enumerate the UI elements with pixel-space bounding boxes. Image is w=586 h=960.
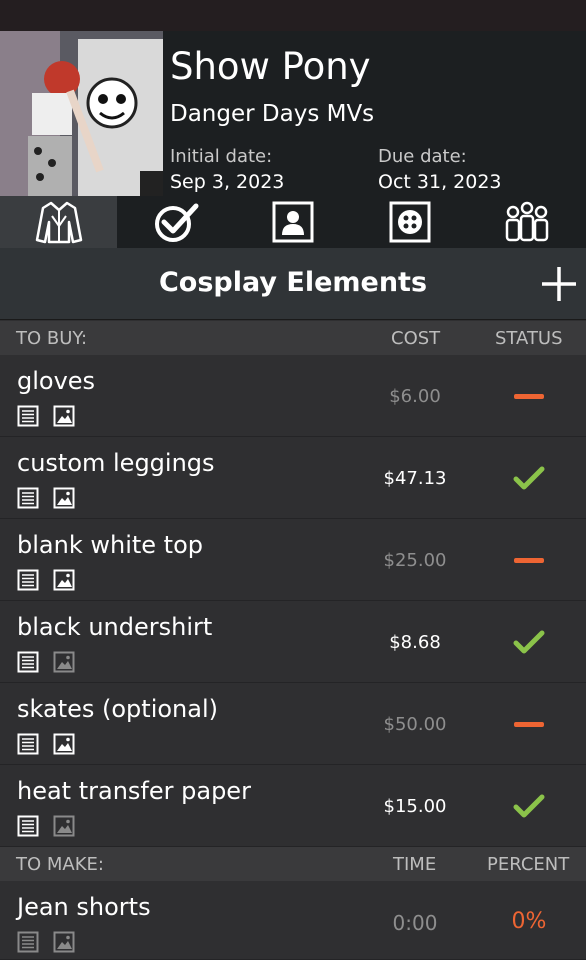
notes-icon[interactable] bbox=[17, 815, 39, 837]
group-icon bbox=[506, 201, 549, 242]
image-icon[interactable] bbox=[53, 815, 75, 837]
list-item[interactable]: Jean shorts 0:00 0% bbox=[0, 881, 586, 960]
list-item[interactable]: heat transfer paper $15.00 bbox=[0, 765, 586, 847]
initial-date-value: Sep 3, 2023 bbox=[170, 171, 285, 193]
bought-check-icon[interactable] bbox=[510, 789, 548, 823]
item-cost: $50.00 bbox=[383, 714, 447, 735]
section-header: Cosplay Elements bbox=[0, 248, 586, 320]
list-item[interactable]: black undershirt $8.68 bbox=[0, 601, 586, 683]
project-header: Show Pony Danger Days MVs Initial date: … bbox=[0, 31, 586, 196]
project-cover-image[interactable] bbox=[0, 31, 163, 196]
notes-icon[interactable] bbox=[17, 569, 39, 591]
list-item[interactable]: gloves $6.00 bbox=[0, 355, 586, 437]
not-bought-dash-icon[interactable] bbox=[510, 379, 548, 413]
item-cost: $25.00 bbox=[383, 550, 447, 571]
checkmark-icon bbox=[154, 203, 199, 242]
status-bar bbox=[0, 0, 586, 31]
item-cost: $8.68 bbox=[389, 632, 441, 653]
image-icon[interactable] bbox=[53, 931, 75, 953]
due-date-label: Due date: bbox=[378, 146, 467, 167]
item-cost: $6.00 bbox=[389, 386, 441, 407]
time-column-header: TIME bbox=[393, 854, 437, 875]
item-icons bbox=[17, 651, 75, 673]
bought-check-icon[interactable] bbox=[510, 625, 548, 659]
not-bought-dash-icon[interactable] bbox=[510, 707, 548, 741]
to-buy-label: TO BUY: bbox=[16, 328, 88, 349]
item-name: custom leggings bbox=[17, 449, 215, 477]
notes-icon[interactable] bbox=[17, 405, 39, 427]
notes-icon[interactable] bbox=[17, 931, 39, 953]
item-icons bbox=[17, 815, 75, 837]
item-name: black undershirt bbox=[17, 613, 213, 641]
list-item[interactable]: custom leggings $47.13 bbox=[0, 437, 586, 519]
bought-check-icon[interactable] bbox=[510, 461, 548, 495]
item-percent: 0% bbox=[511, 909, 547, 934]
list-item[interactable]: skates (optional) $50.00 bbox=[0, 683, 586, 765]
status-column-header: STATUS bbox=[495, 328, 563, 349]
button-icon bbox=[389, 201, 431, 243]
due-date-value: Oct 31, 2023 bbox=[378, 171, 502, 193]
plus-icon[interactable] bbox=[540, 265, 578, 303]
item-name: gloves bbox=[17, 367, 96, 395]
tab-references[interactable] bbox=[234, 196, 351, 248]
tab-bar bbox=[0, 196, 586, 248]
initial-date-label: Initial date: bbox=[170, 146, 273, 167]
item-name: blank white top bbox=[17, 531, 203, 559]
item-icons bbox=[17, 931, 75, 953]
item-cost: $15.00 bbox=[383, 796, 447, 817]
to-buy-header: TO BUY: COST STATUS bbox=[0, 321, 586, 355]
list-item[interactable]: blank white top $25.00 bbox=[0, 519, 586, 601]
notes-icon[interactable] bbox=[17, 651, 39, 673]
project-title: Show Pony bbox=[170, 45, 371, 88]
image-icon[interactable] bbox=[53, 733, 75, 755]
cost-column-header: COST bbox=[391, 328, 441, 349]
item-name: heat transfer paper bbox=[17, 777, 251, 805]
not-bought-dash-icon[interactable] bbox=[510, 543, 548, 577]
image-icon[interactable] bbox=[53, 405, 75, 427]
to-make-label: TO MAKE: bbox=[16, 854, 104, 875]
item-name: skates (optional) bbox=[17, 695, 218, 723]
notes-icon[interactable] bbox=[17, 487, 39, 509]
section-title: Cosplay Elements bbox=[158, 267, 428, 298]
costume-icon bbox=[35, 201, 82, 244]
item-icons bbox=[17, 733, 75, 755]
notes-icon[interactable] bbox=[17, 733, 39, 755]
portrait-icon bbox=[272, 201, 314, 243]
tab-costume[interactable] bbox=[0, 196, 118, 248]
tab-group[interactable] bbox=[469, 196, 586, 248]
item-icons bbox=[17, 487, 75, 509]
item-time: 0:00 bbox=[392, 911, 438, 935]
image-icon[interactable] bbox=[53, 487, 75, 509]
project-subtitle: Danger Days MVs bbox=[170, 101, 375, 127]
item-icons bbox=[17, 405, 75, 427]
item-name: Jean shorts bbox=[17, 893, 151, 921]
image-icon[interactable] bbox=[53, 651, 75, 673]
percent-column-header: PERCENT bbox=[487, 854, 570, 875]
item-cost: $47.13 bbox=[383, 468, 447, 489]
to-make-header: TO MAKE: TIME PERCENT bbox=[0, 847, 586, 881]
image-icon[interactable] bbox=[53, 569, 75, 591]
tab-tasks[interactable] bbox=[117, 196, 234, 248]
item-icons bbox=[17, 569, 75, 591]
tab-materials[interactable] bbox=[352, 196, 469, 248]
